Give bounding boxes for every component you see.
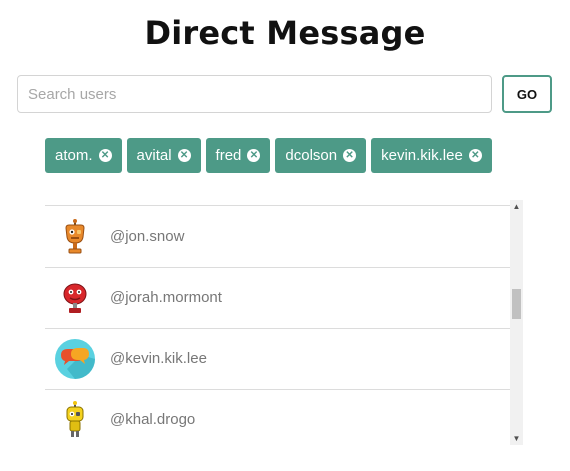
direct-message-page: Direct Message GO atom. ✕ avital ✕ fred … <box>0 0 570 471</box>
remove-icon[interactable]: ✕ <box>343 149 357 162</box>
chip-label: kevin.kik.lee <box>381 147 463 164</box>
selected-users-list: atom. ✕ avital ✕ fred ✕ dcolson ✕ kevin.… <box>45 138 492 173</box>
username: @khal.drogo <box>110 411 196 428</box>
search-users-input[interactable] <box>17 75 492 113</box>
username: @jon.snow <box>110 228 185 245</box>
chip-label: fred <box>215 147 242 164</box>
scroll-thumb[interactable] <box>512 289 521 319</box>
chip-label: atom. <box>55 147 93 164</box>
orange-robot-icon <box>55 217 95 257</box>
page-title: Direct Message <box>144 14 426 52</box>
username: @jorah.mormont <box>110 289 222 306</box>
selected-user-chip[interactable]: atom. ✕ <box>45 138 122 173</box>
selected-user-chip[interactable]: dcolson ✕ <box>275 138 367 173</box>
list-item[interactable]: @khal.drogo <box>45 389 510 446</box>
scroll-down-icon[interactable]: ▼ <box>510 432 523 445</box>
list-item[interactable]: @jon.snow <box>45 206 510 268</box>
selected-user-chip[interactable]: kevin.kik.lee ✕ <box>371 138 492 173</box>
list-item[interactable]: @jorah.mormont <box>45 267 510 329</box>
user-results-list: @jon.snow @jorah.mormont @kevin.kik.lee … <box>45 205 523 446</box>
remove-icon[interactable]: ✕ <box>247 149 261 162</box>
remove-icon[interactable]: ✕ <box>177 149 191 162</box>
red-robot-icon <box>55 278 95 318</box>
selected-user-chip[interactable]: fred ✕ <box>205 138 271 173</box>
go-button[interactable]: GO <box>502 75 552 113</box>
selected-user-chip[interactable]: avital ✕ <box>126 138 201 173</box>
scrollbar[interactable]: ▲ ▼ <box>510 200 523 445</box>
chip-label: dcolson <box>285 147 338 164</box>
remove-icon[interactable]: ✕ <box>468 149 482 162</box>
yellow-robot-icon <box>55 400 95 440</box>
chip-label: avital <box>136 147 172 164</box>
list-item[interactable]: @kevin.kik.lee <box>45 328 510 390</box>
chat-bubbles-avatar <box>55 338 95 379</box>
scroll-up-icon[interactable]: ▲ <box>510 200 523 213</box>
remove-icon[interactable]: ✕ <box>98 149 112 162</box>
username: @kevin.kik.lee <box>110 350 207 367</box>
